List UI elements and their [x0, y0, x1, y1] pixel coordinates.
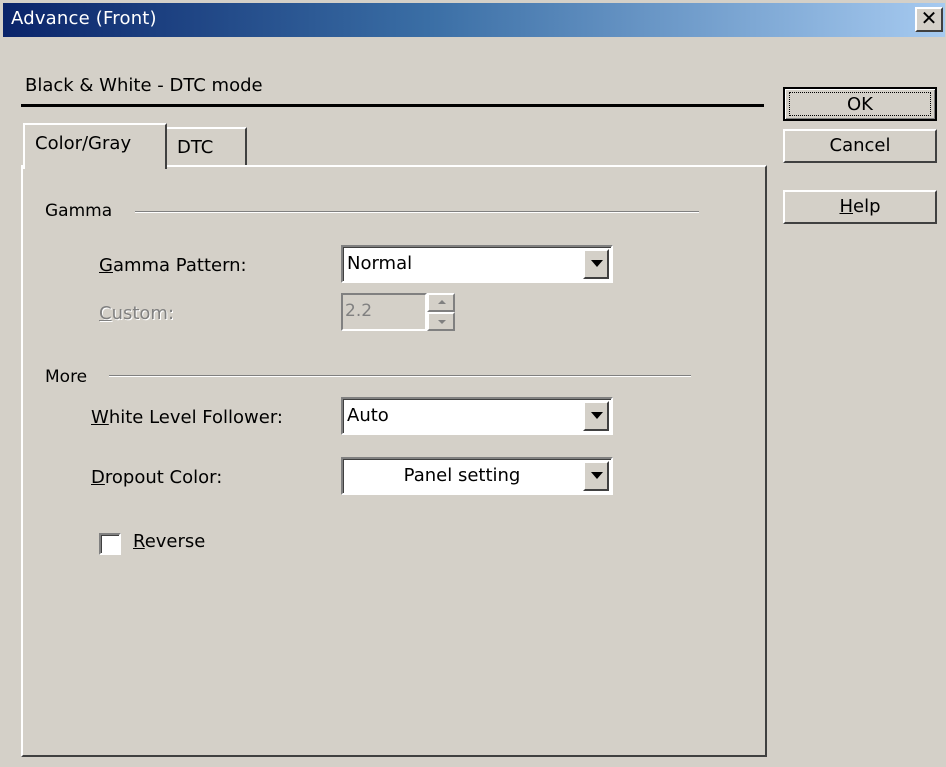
gamma-pattern-mnemonic: G: [99, 255, 113, 276]
dropout-label-rest: ropout Color:: [104, 467, 223, 488]
spin-up-icon[interactable]: [427, 293, 455, 312]
gamma-group-line: [135, 211, 699, 213]
chevron-down-icon[interactable]: [583, 401, 609, 431]
tab-color-gray[interactable]: Color/Gray: [23, 123, 167, 169]
tab-dtc-label: DTC: [177, 137, 214, 158]
custom-label: Custom:: [99, 303, 174, 324]
white-level-mnemonic: W: [91, 407, 109, 428]
reverse-checkbox[interactable]: [99, 533, 121, 555]
more-group-line: [109, 375, 691, 377]
gamma-pattern-label: Gamma Pattern:: [99, 255, 247, 276]
gamma-pattern-label-rest: amma Pattern:: [112, 255, 247, 276]
close-icon: ✕: [920, 6, 938, 30]
title-bar[interactable]: Advance (Front) ✕: [3, 3, 945, 37]
advance-dialog: Advance (Front) ✕ Black & White - DTC mo…: [0, 0, 946, 767]
chevron-down-icon[interactable]: [583, 249, 609, 279]
ok-button-label: OK: [789, 92, 931, 116]
more-group-label: More: [45, 367, 88, 387]
white-level-value: Auto: [347, 405, 389, 426]
dropout-color-label: Dropout Color:: [91, 467, 222, 488]
window-title: Advance (Front): [11, 8, 157, 29]
cancel-button-label: Cancel: [829, 135, 891, 156]
tab-color-gray-label: Color/Gray: [35, 133, 132, 154]
dropout-color-select[interactable]: Panel setting: [341, 457, 613, 495]
help-mnemonic: H: [839, 196, 854, 217]
mode-divider: [21, 104, 764, 107]
chevron-down-icon[interactable]: [583, 461, 609, 491]
reverse-label-rest: everse: [144, 531, 206, 552]
custom-gamma-input[interactable]: 2.2: [341, 293, 427, 331]
white-level-label: White Level Follower:: [91, 407, 283, 428]
reverse-label[interactable]: Reverse: [133, 531, 205, 552]
mode-label: Black & White - DTC mode: [25, 75, 263, 96]
tab-dtc[interactable]: DTC: [165, 127, 247, 165]
close-button[interactable]: ✕: [915, 7, 943, 32]
dropout-color-value: Panel setting: [403, 465, 521, 486]
gamma-group-label: Gamma: [45, 201, 113, 221]
help-button-label: Help: [839, 196, 880, 217]
spin-down-icon[interactable]: [427, 312, 455, 331]
custom-label-rest: ustom:: [111, 303, 175, 324]
ok-button[interactable]: OK: [783, 87, 937, 121]
white-level-select[interactable]: Auto: [341, 397, 613, 435]
dropout-mnemonic: D: [91, 467, 105, 488]
cancel-button[interactable]: Cancel: [783, 129, 937, 163]
help-button[interactable]: Help: [783, 190, 937, 224]
white-level-label-rest: hite Level Follower:: [108, 407, 283, 428]
help-rest: elp: [853, 196, 881, 217]
gamma-pattern-select[interactable]: Normal: [341, 245, 613, 283]
custom-mnemonic: C: [99, 303, 112, 324]
reverse-mnemonic: R: [133, 531, 145, 552]
gamma-pattern-value: Normal: [347, 253, 413, 274]
